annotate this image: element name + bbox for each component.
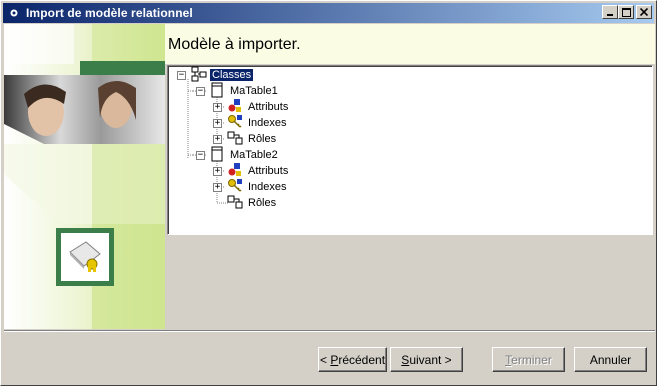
dialog-window: Import de modèle relationnel Modèle à im… (0, 0, 657, 386)
window-controls (602, 5, 652, 19)
tree-node-label: Rôles (248, 197, 277, 209)
model-tree-view[interactable]: − Classes − MaTable1 + Attributs + Index… (167, 65, 653, 235)
tree-node-table1[interactable]: MaTable1 (209, 82, 280, 101)
tree-node-label: MaTable2 (230, 149, 278, 161)
tree-node-label: Attributs (248, 165, 289, 177)
root-collapse-toggle[interactable]: − (177, 71, 186, 80)
roles-icon (227, 194, 243, 213)
expand-toggle[interactable]: + (213, 119, 222, 128)
tree-node-label: MaTable1 (230, 85, 278, 97)
wizard-side-banner (4, 24, 165, 329)
banner-image (4, 24, 165, 329)
expand-toggle[interactable]: + (213, 135, 222, 144)
close-button[interactable] (636, 5, 652, 19)
tree-node-table2[interactable]: MaTable2 (209, 146, 280, 165)
roles-icon (227, 130, 243, 149)
step-header: Modèle à importer. (165, 24, 655, 64)
maximize-button[interactable] (618, 5, 634, 19)
tree-node-label: Indexes (248, 117, 287, 129)
step-title: Modèle à importer. (168, 36, 301, 53)
cancel-button[interactable]: Annuler (574, 347, 647, 372)
finish-button-label: Terminer (505, 352, 552, 367)
minimize-button[interactable] (602, 5, 618, 19)
table2-collapse-toggle[interactable]: − (196, 151, 205, 160)
finish-button[interactable]: Terminer (492, 347, 565, 372)
expand-toggle[interactable]: + (213, 167, 222, 176)
classes-icon (191, 66, 207, 85)
table1-collapse-toggle[interactable]: − (196, 87, 205, 96)
expand-toggle[interactable]: + (213, 183, 222, 192)
tree-node-label: Attributs (248, 101, 289, 113)
tree-node-roles[interactable]: Rôles (227, 195, 278, 211)
tree-node-label: Indexes (248, 181, 287, 193)
next-button[interactable]: Suivant > (390, 347, 463, 372)
expand-toggle[interactable]: + (213, 103, 222, 112)
table-icon (209, 82, 225, 101)
window-title: Import de modèle relationnel (26, 6, 193, 20)
back-button-label: < Précédent (319, 352, 386, 367)
tree-node-label: Rôles (248, 133, 277, 145)
tree-inner: − Classes − MaTable1 + Attributs + Index… (168, 66, 652, 234)
footer-separator (4, 330, 655, 332)
cancel-button-label: Annuler (589, 352, 632, 367)
table-icon (209, 146, 225, 165)
app-icon (6, 5, 22, 21)
next-button-label: Suivant > (401, 352, 452, 367)
tree-node-label: Classes (208, 68, 255, 82)
back-button[interactable]: < Précédent (318, 347, 387, 372)
tree-node-roles[interactable]: Rôles (227, 131, 278, 147)
title-bar[interactable]: Import de modèle relationnel (3, 3, 654, 23)
